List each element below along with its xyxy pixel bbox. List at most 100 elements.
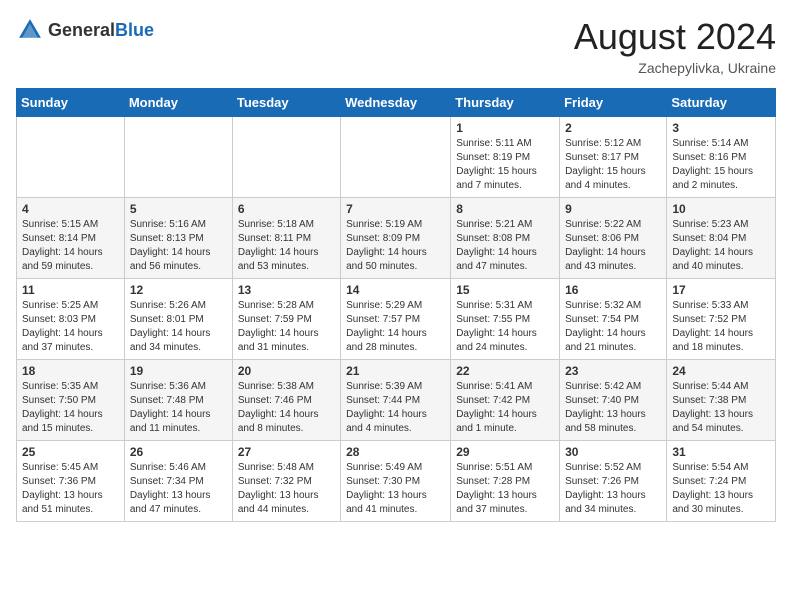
day-info: Sunrise: 5:15 AMSunset: 8:14 PMDaylight:… <box>22 218 119 274</box>
week-row-1: 1Sunrise: 5:11 AMSunset: 8:19 PMDaylight… <box>17 117 776 198</box>
day-info: Sunrise: 5:18 AMSunset: 8:11 PMDaylight:… <box>238 218 335 274</box>
day-info: Sunrise: 5:52 AMSunset: 7:26 PMDaylight:… <box>565 461 661 517</box>
day-cell: 23Sunrise: 5:42 AMSunset: 7:40 PMDayligh… <box>560 360 667 441</box>
day-number: 30 <box>565 445 661 459</box>
day-info: Sunrise: 5:14 AMSunset: 8:16 PMDaylight:… <box>672 137 770 193</box>
weekday-header-tuesday: Tuesday <box>232 89 340 117</box>
day-number: 26 <box>130 445 227 459</box>
day-cell: 24 Sunrise: 5:44 AMSunset: 7:38 PMDayligh… <box>667 360 776 441</box>
week-row-5: 25 Sunrise: 5:45 AMSunset: 7:36 PMDayligh… <box>17 441 776 522</box>
day-cell: 27Sunrise: 5:48 AMSunset: 7:32 PMDayligh… <box>232 441 340 522</box>
day-number: 24 <box>672 364 770 378</box>
day-cell: 21 Sunrise: 5:39 AMSunset: 7:44 PMDayligh… <box>341 360 451 441</box>
day-cell: 11 Sunrise: 5:25 AMSunset: 8:03 PMDayligh… <box>17 279 125 360</box>
day-number: 25 <box>22 445 119 459</box>
day-info: Sunrise: 5:36 AMSunset: 7:48 PMDaylight:… <box>130 380 227 436</box>
day-info: Sunrise: 5:38 AMSunset: 7:46 PMDaylight:… <box>238 380 335 436</box>
day-cell <box>124 117 232 198</box>
day-cell: 20Sunrise: 5:38 AMSunset: 7:46 PMDayligh… <box>232 360 340 441</box>
weekday-header-thursday: Thursday <box>451 89 560 117</box>
location: Zachepylivka, Ukraine <box>574 60 776 76</box>
day-info: Sunrise: 5:32 AMSunset: 7:54 PMDaylight:… <box>565 299 661 355</box>
day-info: Sunrise: 5:33 AMSunset: 7:52 PMDaylight:… <box>672 299 770 355</box>
day-number: 29 <box>456 445 554 459</box>
day-number: 28 <box>346 445 445 459</box>
day-number: 12 <box>130 283 227 297</box>
day-info: Sunrise: 5:26 AMSunset: 8:01 PMDaylight:… <box>130 299 227 355</box>
day-number: 4 <box>22 202 119 216</box>
day-info: Sunrise: 5:29 AMSunset: 7:57 PMDaylight:… <box>346 299 445 355</box>
day-info: Sunrise: 5:49 AMSunset: 7:30 PMDaylight:… <box>346 461 445 517</box>
day-info: Sunrise: 5:46 AMSunset: 7:34 PMDaylight:… <box>130 461 227 517</box>
month-year: August 2024 <box>574 16 776 58</box>
day-cell: 7 Sunrise: 5:19 AMSunset: 8:09 PMDaylight… <box>341 198 451 279</box>
day-number: 11 <box>22 283 119 297</box>
day-cell: 9Sunrise: 5:22 AMSunset: 8:06 PMDaylight… <box>560 198 667 279</box>
calendar-body: 1Sunrise: 5:11 AMSunset: 8:19 PMDaylight… <box>17 117 776 522</box>
day-cell: 6 Sunrise: 5:18 AMSunset: 8:11 PMDaylight… <box>232 198 340 279</box>
day-number: 9 <box>565 202 661 216</box>
day-number: 22 <box>456 364 554 378</box>
day-cell: 22 Sunrise: 5:41 AMSunset: 7:42 PMDayligh… <box>451 360 560 441</box>
day-info: Sunrise: 5:25 AMSunset: 8:03 PMDaylight:… <box>22 299 119 355</box>
day-info: Sunrise: 5:41 AMSunset: 7:42 PMDaylight:… <box>456 380 554 436</box>
day-cell <box>232 117 340 198</box>
day-cell: 17 Sunrise: 5:33 AMSunset: 7:52 PMDayligh… <box>667 279 776 360</box>
day-number: 6 <box>238 202 335 216</box>
day-cell: 1Sunrise: 5:11 AMSunset: 8:19 PMDaylight… <box>451 117 560 198</box>
day-number: 19 <box>130 364 227 378</box>
day-cell: 15Sunrise: 5:31 AMSunset: 7:55 PMDayligh… <box>451 279 560 360</box>
weekday-header-sunday: Sunday <box>17 89 125 117</box>
day-info: Sunrise: 5:16 AMSunset: 8:13 PMDaylight:… <box>130 218 227 274</box>
day-number: 16 <box>565 283 661 297</box>
day-info: Sunrise: 5:44 AMSunset: 7:38 PMDaylight:… <box>672 380 770 436</box>
day-cell: 14 Sunrise: 5:29 AMSunset: 7:57 PMDayligh… <box>341 279 451 360</box>
day-number: 23 <box>565 364 661 378</box>
day-info: Sunrise: 5:51 AMSunset: 7:28 PMDaylight:… <box>456 461 554 517</box>
day-cell: 25 Sunrise: 5:45 AMSunset: 7:36 PMDayligh… <box>17 441 125 522</box>
day-cell: 2 Sunrise: 5:12 AMSunset: 8:17 PMDaylight… <box>560 117 667 198</box>
calendar-table: SundayMondayTuesdayWednesdayThursdayFrid… <box>16 88 776 522</box>
day-cell: 31Sunrise: 5:54 AMSunset: 7:24 PMDayligh… <box>667 441 776 522</box>
weekday-header-wednesday: Wednesday <box>341 89 451 117</box>
day-info: Sunrise: 5:39 AMSunset: 7:44 PMDaylight:… <box>346 380 445 436</box>
logo-text-blue: Blue <box>115 20 154 40</box>
logo: GeneralBlue <box>16 16 154 44</box>
day-cell: 13Sunrise: 5:28 AMSunset: 7:59 PMDayligh… <box>232 279 340 360</box>
day-number: 1 <box>456 121 554 135</box>
weekday-header-row: SundayMondayTuesdayWednesdayThursdayFrid… <box>17 89 776 117</box>
day-number: 13 <box>238 283 335 297</box>
day-info: Sunrise: 5:12 AMSunset: 8:17 PMDaylight:… <box>565 137 661 193</box>
logo-icon <box>16 16 44 44</box>
day-cell: 19 Sunrise: 5:36 AMSunset: 7:48 PMDayligh… <box>124 360 232 441</box>
day-cell: 4 Sunrise: 5:15 AMSunset: 8:14 PMDaylight… <box>17 198 125 279</box>
weekday-header-friday: Friday <box>560 89 667 117</box>
day-cell: 8 Sunrise: 5:21 AMSunset: 8:08 PMDaylight… <box>451 198 560 279</box>
day-number: 2 <box>565 121 661 135</box>
week-row-2: 4 Sunrise: 5:15 AMSunset: 8:14 PMDaylight… <box>17 198 776 279</box>
day-info: Sunrise: 5:48 AMSunset: 7:32 PMDaylight:… <box>238 461 335 517</box>
page-header: GeneralBlue August 2024 Zachepylivka, Uk… <box>16 16 776 76</box>
weekday-header-monday: Monday <box>124 89 232 117</box>
day-cell: 5 Sunrise: 5:16 AMSunset: 8:13 PMDaylight… <box>124 198 232 279</box>
day-info: Sunrise: 5:21 AMSunset: 8:08 PMDaylight:… <box>456 218 554 274</box>
day-number: 14 <box>346 283 445 297</box>
title-block: August 2024 Zachepylivka, Ukraine <box>574 16 776 76</box>
week-row-4: 18Sunrise: 5:35 AMSunset: 7:50 PMDayligh… <box>17 360 776 441</box>
day-number: 8 <box>456 202 554 216</box>
day-number: 10 <box>672 202 770 216</box>
day-cell: 29 Sunrise: 5:51 AMSunset: 7:28 PMDayligh… <box>451 441 560 522</box>
day-number: 15 <box>456 283 554 297</box>
day-cell: 18Sunrise: 5:35 AMSunset: 7:50 PMDayligh… <box>17 360 125 441</box>
day-number: 21 <box>346 364 445 378</box>
day-number: 17 <box>672 283 770 297</box>
day-info: Sunrise: 5:19 AMSunset: 8:09 PMDaylight:… <box>346 218 445 274</box>
day-number: 5 <box>130 202 227 216</box>
day-cell: 16 Sunrise: 5:32 AMSunset: 7:54 PMDayligh… <box>560 279 667 360</box>
day-cell: 30 Sunrise: 5:52 AMSunset: 7:26 PMDayligh… <box>560 441 667 522</box>
week-row-3: 11 Sunrise: 5:25 AMSunset: 8:03 PMDayligh… <box>17 279 776 360</box>
day-number: 7 <box>346 202 445 216</box>
day-number: 3 <box>672 121 770 135</box>
day-number: 18 <box>22 364 119 378</box>
day-info: Sunrise: 5:45 AMSunset: 7:36 PMDaylight:… <box>22 461 119 517</box>
